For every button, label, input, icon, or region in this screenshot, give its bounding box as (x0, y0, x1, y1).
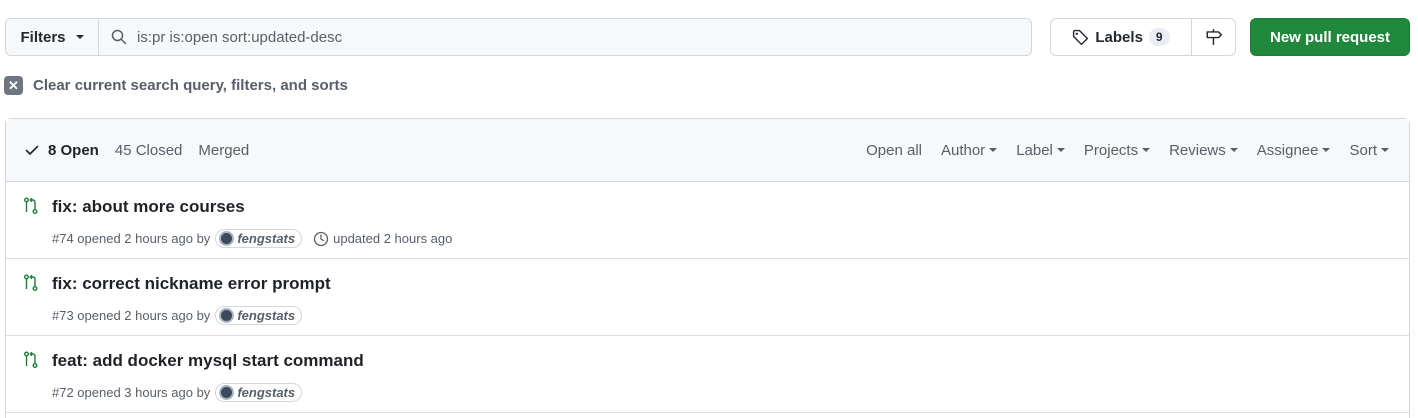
pull-request-meta-text: #74 opened 2 hours ago by (52, 231, 211, 246)
pull-request-meta-text: #72 opened 3 hours ago by (52, 385, 211, 400)
pull-request-open-icon (24, 351, 38, 368)
labels-label: Labels (1095, 28, 1143, 46)
avatar (219, 385, 235, 400)
pull-request-title[interactable]: fix: about more courses (52, 197, 245, 217)
chevron-down-icon (1142, 148, 1151, 152)
updated-text: updated 2 hours ago (333, 231, 453, 246)
avatar (219, 308, 235, 323)
author-name: fengstats (237, 385, 296, 400)
milestones-button[interactable] (1192, 19, 1235, 55)
state-tabs: 8 Open 45 Closed Merged (24, 142, 249, 159)
header-filters: Open all Author Label Projects Reviews A… (866, 142, 1409, 159)
author-chip[interactable]: fengstats (215, 383, 303, 402)
author-name: fengstats (237, 231, 296, 246)
chevron-down-icon (1381, 148, 1389, 152)
projects-filter-label: Projects (1083, 141, 1139, 159)
tab-open[interactable]: 8 Open (24, 142, 99, 159)
labels-milestones-group: Labels 9 (1050, 18, 1236, 56)
filters-label: Filters (20, 28, 66, 46)
tab-closed[interactable]: 45 Closed (115, 142, 183, 159)
filters-button[interactable]: Filters (6, 19, 99, 55)
label-filter[interactable]: Label (1016, 142, 1065, 159)
search-box (99, 19, 1031, 55)
pull-request-title[interactable]: feat: add docker mysql start command (52, 351, 364, 371)
updated-info: updated 2 hours ago (313, 231, 452, 247)
clock-icon (313, 231, 329, 246)
list-header: 8 Open 45 Closed Merged Open all Author … (6, 119, 1409, 182)
toolbar: Filters Labels 9 New (5, 18, 1410, 56)
filter-search-group: Filters (5, 18, 1032, 56)
new-pull-request-button[interactable]: New pull request (1250, 18, 1410, 56)
search-input[interactable] (137, 28, 937, 46)
avatar (219, 231, 235, 246)
label-filter-label: Label (1016, 141, 1053, 159)
open-all-link[interactable]: Open all (866, 142, 922, 159)
pull-request-open-icon (24, 274, 38, 291)
chevron-down-icon (1229, 148, 1238, 152)
pull-request-row: fix: correct nickname error prompt #73 o… (6, 259, 1409, 336)
sort-filter-label: Sort (1349, 141, 1377, 159)
pull-request-row: fix: about more courses #74 opened 2 hou… (6, 182, 1409, 259)
pull-request-meta-text: #73 opened 2 hours ago by (52, 308, 211, 323)
author-chip[interactable]: fengstats (215, 229, 303, 248)
labels-count: 9 (1148, 28, 1170, 46)
labels-button[interactable]: Labels 9 (1051, 19, 1192, 55)
tab-merged[interactable]: Merged (198, 142, 249, 159)
pull-request-list: 8 Open 45 Closed Merged Open all Author … (5, 118, 1410, 418)
pull-request-meta: #73 opened 2 hours ago by fengstats (52, 306, 303, 325)
author-filter-label: Author (940, 141, 986, 159)
chevron-down-icon (989, 148, 998, 152)
author-filter[interactable]: Author (940, 141, 998, 159)
author-chip[interactable]: fengstats (215, 306, 303, 325)
pull-request-meta: #74 opened 2 hours ago by fengstats upda… (52, 229, 452, 248)
chevron-down-icon (1322, 148, 1331, 152)
search-icon (111, 29, 127, 45)
reviews-filter-label: Reviews (1169, 141, 1226, 159)
sort-filter[interactable]: Sort (1349, 142, 1389, 159)
clear-filters-text: Clear current search query, filters, and… (33, 77, 348, 94)
pull-request-title[interactable]: fix: correct nickname error prompt (52, 274, 331, 294)
pull-request-row: feat: add docker mysql start command #72… (6, 336, 1409, 413)
author-name: fengstats (237, 308, 296, 323)
tag-icon (1073, 29, 1089, 45)
chevron-down-icon (1056, 148, 1065, 152)
milestone-icon (1206, 29, 1222, 45)
pull-request-open-icon (24, 197, 38, 214)
assignee-filter[interactable]: Assignee (1257, 142, 1331, 159)
assignee-filter-label: Assignee (1256, 141, 1319, 159)
tab-open-label: 8 Open (48, 141, 99, 159)
chevron-down-icon (75, 35, 84, 39)
pull-request-meta: #72 opened 3 hours ago by fengstats (52, 383, 303, 402)
check-icon (25, 145, 39, 155)
close-icon: ✕ (4, 76, 23, 95)
clear-filters-link[interactable]: ✕ Clear current search query, filters, a… (4, 76, 348, 95)
projects-filter[interactable]: Projects (1083, 141, 1151, 159)
reviews-filter[interactable]: Reviews (1169, 142, 1238, 159)
